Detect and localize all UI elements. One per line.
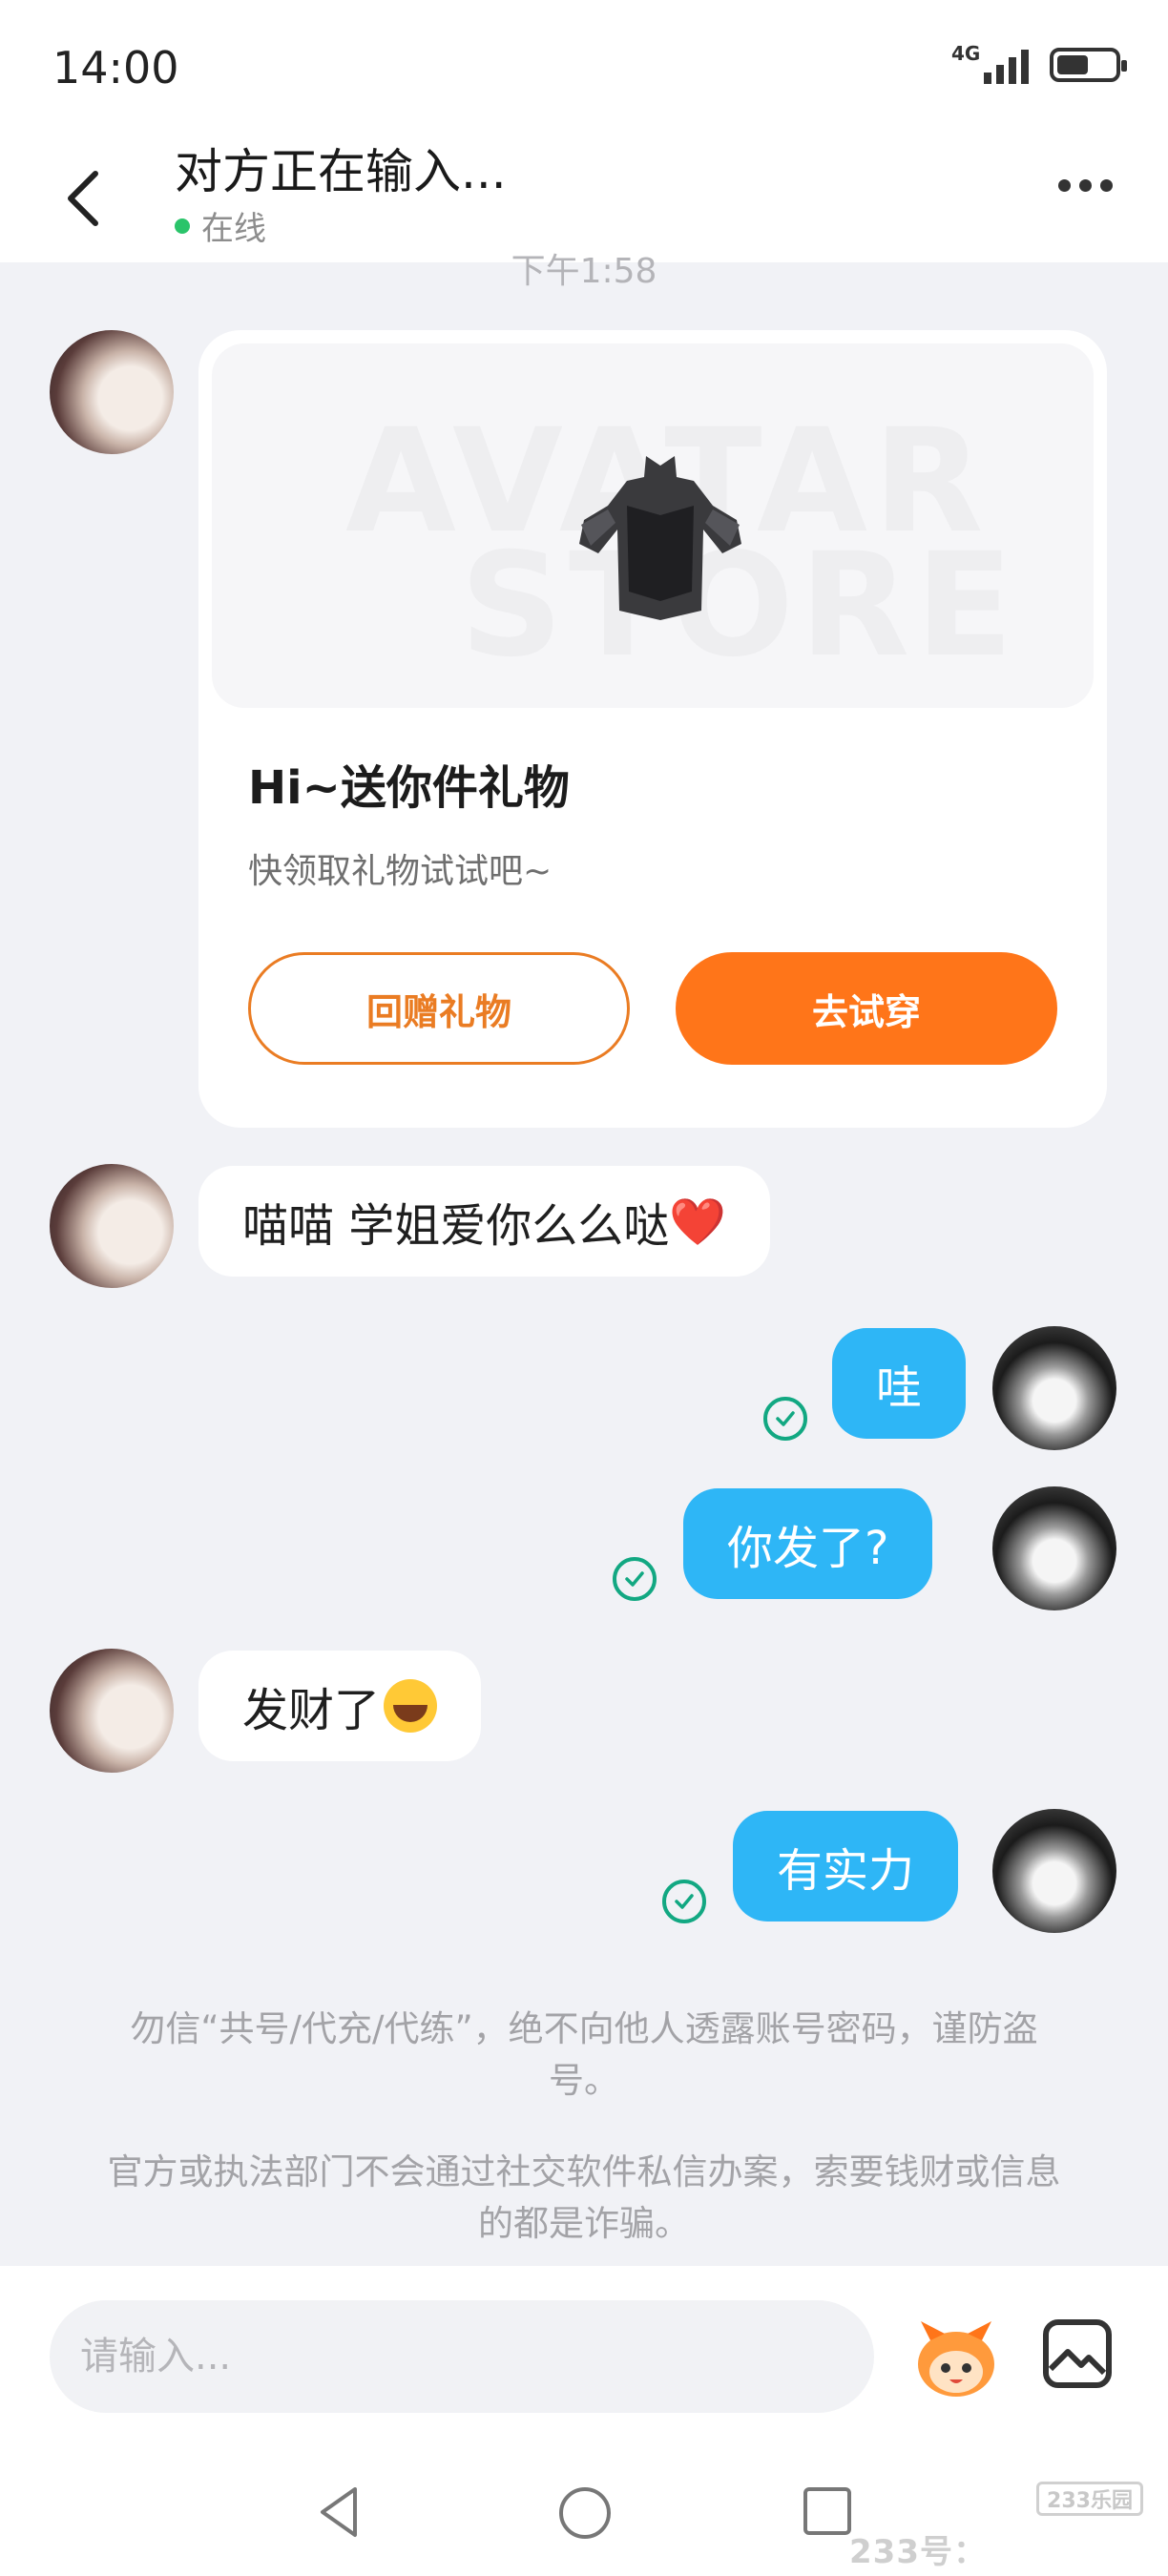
nav-home-icon[interactable] [559,2487,611,2539]
message-text: 有实力 [777,1844,915,1898]
site-watermark-logo: 233乐园 [1036,2482,1143,2516]
message-text: 喵喵 学姐爱你么么哒 [242,1199,670,1253]
message-bubble[interactable]: 喵喵 学姐爱你么么哒 ❤️ [198,1166,771,1277]
status-icons: 4G [951,42,1127,84]
read-check-icon [613,1557,657,1601]
image-picker-icon[interactable] [1043,2319,1112,2388]
try-on-button[interactable]: 去试穿 [676,952,1057,1065]
user-avatar[interactable] [992,1486,1116,1610]
online-dot-icon [175,218,190,234]
more-dots-icon [1058,179,1071,192]
gift-image: AVATAR STORE [212,343,1094,708]
input-bar [0,2266,1168,2457]
nav-recents-icon[interactable] [803,2487,851,2535]
system-nav-bar: 233乐园 233号：494957359 [0,2457,1168,2576]
mascot-emoji-button[interactable] [911,2316,1001,2400]
outfit-icon [579,456,741,620]
status-bar: 14:00 4G [0,0,1168,134]
message-bubble[interactable]: 哇 [832,1328,967,1439]
contact-avatar[interactable] [50,1164,174,1288]
nav-back-icon[interactable] [315,2483,363,2541]
online-status: 在线 [175,202,266,249]
battery-icon [1050,48,1127,82]
back-button[interactable] [55,160,113,237]
message-text: 哇 [876,1361,923,1415]
contact-avatar[interactable] [50,330,174,454]
gift-card[interactable]: AVATAR STORE Hi~送你件礼物 快领取礼物试试吧~ 回赠礼物 去试穿 [198,330,1107,1128]
gift-title: Hi~送你件礼物 [248,761,570,815]
message-bubble[interactable]: 有实力 [733,1811,959,1922]
message-input[interactable] [50,2300,874,2413]
contact-avatar[interactable] [50,1649,174,1773]
message-timestamp: 下午1:58 [511,252,657,291]
read-check-icon [763,1397,807,1441]
heart-emoji-icon: ❤️ [669,1195,727,1249]
back-arrow-icon [68,171,98,226]
status-time: 14:00 [52,42,179,93]
user-avatar[interactable] [992,1326,1116,1450]
return-gift-button[interactable]: 回赠礼物 [248,952,630,1065]
signal-icon: 4G [951,42,1029,84]
fraud-notice: 官方或执法部门不会通过社交软件私信办案，索要钱财或信息的都是诈骗。 [107,2151,1061,2244]
gift-subtitle: 快领取礼物试试吧~ [248,852,553,891]
security-notice: 勿信“共号/代充/代练”，绝不向他人透露账号密码，谨防盗号。 [130,2008,1038,2101]
network-label: 4G [951,42,981,65]
message-bubble[interactable]: 发财了 [198,1651,482,1761]
site-watermark-id: 233号：494957359 [849,2533,1060,2576]
message-text: 发财了 [242,1684,381,1737]
user-avatar[interactable] [992,1809,1116,1933]
online-status-label: 在线 [201,210,266,248]
read-check-icon [662,1880,706,1923]
more-options-button[interactable] [1058,179,1113,192]
message-bubble[interactable]: 你发了? [683,1488,933,1599]
header-title: 对方正在输入... [175,144,507,199]
laughing-emoji-icon [384,1679,438,1733]
message-text: 你发了? [727,1522,889,1575]
